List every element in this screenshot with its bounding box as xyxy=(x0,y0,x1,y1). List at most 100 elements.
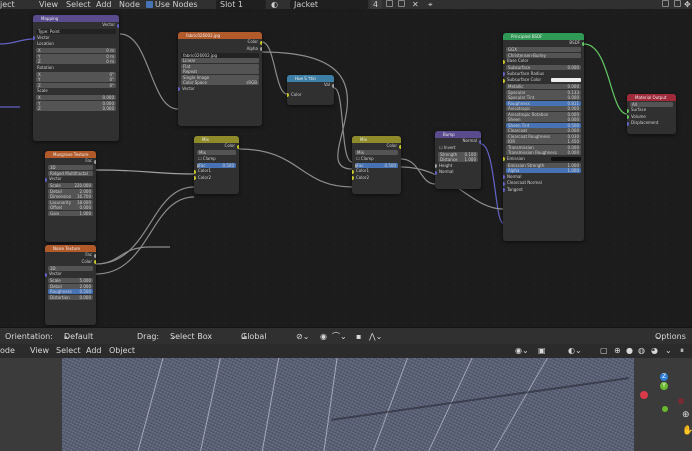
mix2-fac-slider[interactable]: Fac 0.500 xyxy=(355,162,398,168)
shading-options-icon[interactable]: ⌄ xyxy=(665,344,672,358)
shading-wire-icon[interactable]: ⊕ xyxy=(614,344,621,358)
mix2-mode-dropdown[interactable]: Mix xyxy=(355,150,398,155)
mix1-mode-dropdown[interactable]: Mix xyxy=(197,150,236,155)
pin-icon[interactable]: ⌖ xyxy=(428,0,433,9)
mix-node-1[interactable]: Mix Color Mix ☐ Clamp Fac 0.500 Color1 Co… xyxy=(194,136,239,194)
bsdf-sheen-tint[interactable]: Sheen Tint 0.500 xyxy=(506,122,581,128)
subsurface-color-swatch[interactable] xyxy=(551,78,581,82)
mix-node-2[interactable]: Mix Color Mix ☐ Clamp Fac 0.500 Color1 Co… xyxy=(352,136,401,194)
options-dropdown[interactable]: Options ⌄ xyxy=(655,328,686,345)
gizmo-z-axis[interactable]: Z xyxy=(660,373,668,381)
image-texture-header[interactable]: fabric026002.jpg xyxy=(178,32,262,39)
hue-saturation-header[interactable]: Hue S 'ttin xyxy=(287,75,334,82)
mapping-scale-z[interactable]: Z 0.000 xyxy=(36,106,116,111)
mapping-node[interactable]: Mapping Vector Type: Point Vector Locati… xyxy=(33,15,119,141)
close-icon[interactable]: ✕ xyxy=(412,0,419,9)
gizmo-neg-y[interactable] xyxy=(662,406,668,412)
display-icon[interactable] xyxy=(662,0,669,7)
bsdf-alpha[interactable]: Alpha 1.000 xyxy=(506,168,581,173)
pan-icon[interactable]: ✋ xyxy=(682,426,692,436)
image-projection-dropdown[interactable]: Flat xyxy=(181,63,259,69)
shading-rendered-icon[interactable]: ◕ xyxy=(651,344,658,358)
curve-icon[interactable]: ⋀⌄ xyxy=(369,328,382,345)
gizmo-toggle-icon[interactable]: ▣ xyxy=(538,344,546,358)
noise-detail[interactable]: Detail 2.000 xyxy=(48,283,93,289)
noise-texture-node[interactable]: Noise Texture Fac Color 3D Vector Scale 5… xyxy=(45,245,96,325)
noise-distortion[interactable]: Distortion 0.000 xyxy=(48,294,93,300)
bsdf-anisotropic[interactable]: Anisotropic 0.000 xyxy=(506,106,581,111)
mapping-loc-z[interactable]: Z0 m xyxy=(36,59,116,64)
viewport-add-menu[interactable]: Add xyxy=(86,344,102,358)
mapping-scale-y[interactable]: Y 0.000 xyxy=(36,100,116,106)
noise-header[interactable]: Noise Texture xyxy=(45,245,96,252)
musgrave-scale[interactable]: Scale 220.000 xyxy=(48,183,93,188)
sphere-preview-icon[interactable]: ◐ xyxy=(271,0,278,9)
add-menu[interactable]: Add xyxy=(96,0,112,9)
bsdf-metallic[interactable]: Metallic 0.000 xyxy=(506,84,581,89)
xray-icon[interactable]: ▢ xyxy=(600,344,608,358)
musgrave-lacunarity[interactable]: Lacunarity 18.000 xyxy=(48,199,93,205)
object-menu[interactable]: ject xyxy=(0,0,15,9)
proportional-icon[interactable]: ◉ xyxy=(320,328,327,345)
mapping-type-field[interactable]: Type: Point xyxy=(36,29,116,34)
bsdf-subsurface[interactable]: Subsurface 0.000 xyxy=(506,65,581,70)
viewport-select-menu[interactable]: Select xyxy=(56,344,81,358)
bsdf-specular[interactable]: Specular 0.133 xyxy=(506,89,581,95)
bsdf-roughness[interactable]: Roughness 0.811 xyxy=(506,100,581,106)
bump-header[interactable]: Bump xyxy=(435,131,481,138)
image-interpolation-dropdown[interactable]: Linear xyxy=(181,58,259,63)
noise-scale[interactable]: Scale 5.000 xyxy=(48,278,93,283)
gizmo-x-axis[interactable] xyxy=(640,391,648,399)
proportional-falloff-icon[interactable]: ⌒⌄ xyxy=(332,328,347,345)
shading-solid-icon[interactable]: ● xyxy=(626,344,633,358)
mapping-loc-y[interactable]: Y0 m xyxy=(36,53,116,59)
musgrave-dimension[interactable]: Dimension 16.700 xyxy=(48,194,93,199)
noise-roughness[interactable]: Roughness 0.500 xyxy=(48,289,93,294)
bsdf-transmission-roughness[interactable]: Transmission Roughness 0.000 xyxy=(506,150,581,155)
node-editor[interactable]: Mapping Vector Type: Point Vector Locati… xyxy=(0,9,692,327)
view-menu[interactable]: View xyxy=(39,0,58,9)
slot-dropdown[interactable]: Slot 1 xyxy=(216,0,266,9)
mapping-scale-x[interactable]: X 0.000 xyxy=(36,95,116,100)
mix1-clamp-checkbox[interactable]: ☐ Clamp xyxy=(194,156,239,163)
mapping-loc-x[interactable]: X0 m xyxy=(36,48,116,53)
mix1-fac-slider[interactable]: Fac 0.500 xyxy=(197,162,236,168)
bsdf-sheen[interactable]: Sheen 0.000 xyxy=(506,117,581,122)
mix2-clamp-checkbox[interactable]: ☐ Clamp xyxy=(352,156,401,163)
shading-material-icon[interactable]: ◍ xyxy=(638,344,645,358)
use-nodes-toggle[interactable]: Use Nodes xyxy=(146,0,198,9)
bsdf-emission[interactable]: Emission xyxy=(503,156,584,163)
output-target-dropdown[interactable]: All xyxy=(630,101,673,107)
bsdf-emission-strength[interactable]: Emission Strength 1.000 xyxy=(506,162,581,168)
mapping-rot-z[interactable]: Z 0° xyxy=(36,82,116,88)
gizmo-y-axis[interactable]: Y xyxy=(660,382,668,390)
node-menu[interactable]: Node xyxy=(119,0,140,9)
material-output-header[interactable]: Material Output xyxy=(627,94,676,101)
musgrave-texture-node[interactable]: Musgrave Texture Fac 3D Ridged Multifrac… xyxy=(45,151,96,242)
bsdf-specular-tint[interactable]: Specular Tint 0.000 xyxy=(506,95,581,100)
musgrave-detail[interactable]: Detail 2.000 xyxy=(48,188,93,194)
pivot-dropdown[interactable]: ⊥ Global ⌄ xyxy=(241,328,267,345)
orientation-dropdown[interactable]: ⟀ Default ⌄ xyxy=(64,328,93,345)
material-name-field[interactable]: Jacket xyxy=(290,0,368,9)
drag-dropdown[interactable]: Select Box ⌄ xyxy=(170,328,212,345)
bsdf-transmission[interactable]: Transmission 0.000 xyxy=(506,144,581,150)
viewport-view-menu[interactable]: View xyxy=(30,344,49,358)
musgrave-type-dropdown[interactable]: Ridged Multifractal xyxy=(48,170,93,176)
emission-color-swatch[interactable] xyxy=(551,156,581,161)
duplicate-icon[interactable] xyxy=(398,0,405,7)
image-texture-node[interactable]: fabric026002.jpg Color Alpha fabric02600… xyxy=(178,32,262,126)
3d-viewport[interactable]: Z Y ⊕ ✋ xyxy=(0,358,692,451)
musgrave-dimensions-dropdown[interactable]: 3D xyxy=(48,165,93,170)
hue-saturation-node[interactable]: Hue S 'ttin Val Color xyxy=(287,75,334,105)
select-menu[interactable]: Select xyxy=(66,0,91,9)
principled-bsdf-node[interactable]: Principled BSDF BSDF GGX Christensen-Bur… xyxy=(503,33,584,241)
musgrave-header[interactable]: Musgrave Texture xyxy=(45,151,96,158)
mix-node-1-header[interactable]: Mix xyxy=(194,136,239,143)
bsdf-distribution-dropdown[interactable]: GGX xyxy=(506,47,581,52)
mapping-rot-y[interactable]: Y 0° xyxy=(36,77,116,82)
musgrave-gain[interactable]: Gain 1.000 xyxy=(48,210,93,216)
bsdf-clearcoat-roughness[interactable]: Clearcoat Roughness 0.030 xyxy=(506,133,581,139)
mapping-node-header[interactable]: Mapping xyxy=(33,15,119,22)
bump-node[interactable]: Bump Normal ☐ Invert Strength 0.100 Dista… xyxy=(435,131,481,189)
